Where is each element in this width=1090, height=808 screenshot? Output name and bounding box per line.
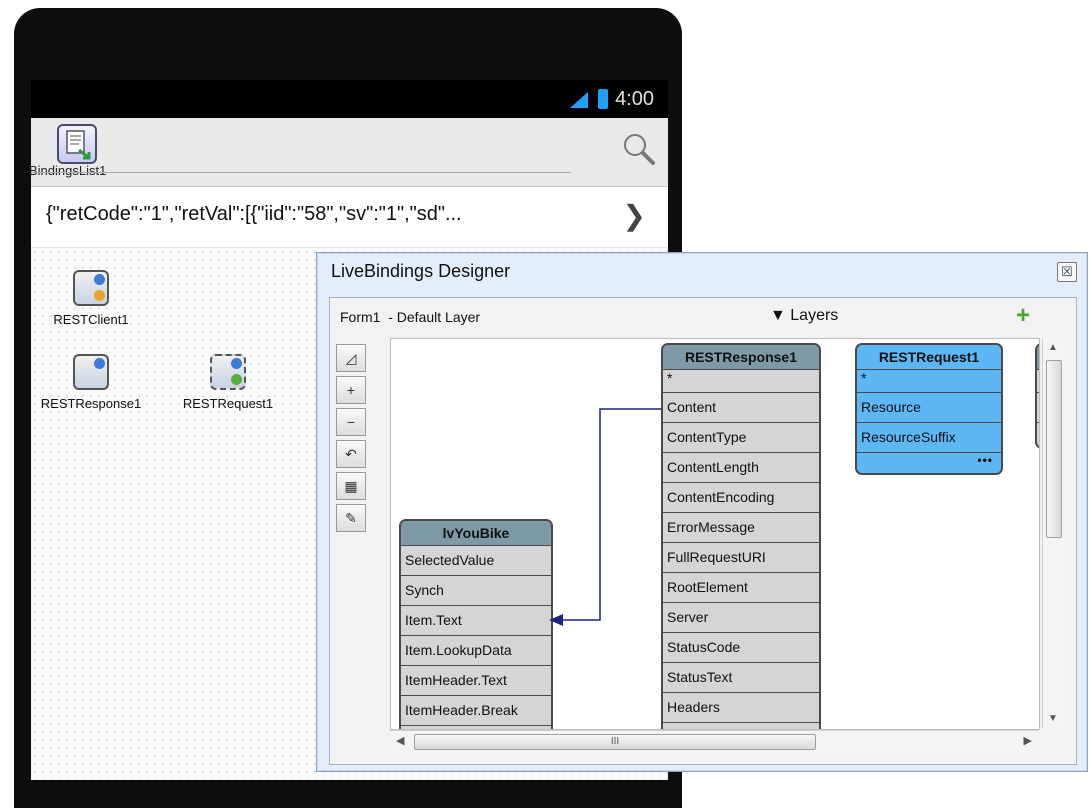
wizard-icon[interactable]: ✎ [336, 504, 366, 532]
scroll-thumb[interactable] [1046, 360, 1062, 538]
layer-label: Form1 - Default Layer [340, 309, 481, 325]
binding-canvas[interactable]: lvYouBike SelectedValue Synch Item.Text … [390, 338, 1040, 730]
battery-icon [598, 89, 608, 109]
document-arrow-icon [66, 130, 91, 160]
livebindings-designer-window: LiveBindings Designer ☒ Form1 - Default … [316, 252, 1088, 772]
toolbar: BindingsList1 [31, 118, 668, 187]
designer-panel: Form1 - Default Layer ▼ Layers + ◿ + − ↶… [329, 297, 1077, 765]
toolbar-divider [31, 172, 571, 173]
scroll-thumb[interactable]: III [414, 734, 816, 750]
chevron-right-icon: ❯ [622, 200, 646, 231]
arrow-head-icon [549, 614, 563, 626]
window-title: LiveBindings Designer [331, 261, 511, 281]
designer-toolbar: ◿ + − ↶ ▦ ✎ [334, 340, 386, 532]
layer-bar: Form1 - Default Layer ▼ Layers + [330, 298, 1076, 334]
scroll-right-icon[interactable]: ▶ [1024, 734, 1032, 747]
rest-response-icon [73, 354, 109, 390]
bindings-list-icon[interactable] [57, 124, 97, 164]
close-icon[interactable]: ☒ [1057, 262, 1077, 282]
search-icon[interactable] [622, 132, 656, 166]
rest-response-component[interactable]: RESTResponse1 [31, 354, 151, 411]
rest-client-label: RESTClient1 [53, 312, 129, 327]
binding-link[interactable] [391, 339, 1039, 729]
rest-request-label: RESTRequest1 [182, 396, 274, 411]
zoom-out-icon[interactable]: − [336, 408, 366, 436]
rest-client-icon [73, 270, 109, 306]
rest-response-label: RESTResponse1 [40, 396, 142, 411]
rest-client-component[interactable]: RESTClient1 [31, 270, 151, 327]
rest-request-component[interactable]: RESTRequest1 [168, 354, 288, 411]
layers-dropdown[interactable]: ▼ Layers [770, 307, 838, 325]
grid-toggle-icon[interactable]: ◿ [336, 344, 366, 372]
scroll-left-icon[interactable]: ◀ [396, 734, 404, 747]
zoom-in-icon[interactable]: + [336, 376, 366, 404]
vertical-scrollbar[interactable]: ▲ ▼ [1042, 338, 1065, 728]
scroll-up-icon[interactable]: ▲ [1048, 342, 1058, 353]
arrange-icon[interactable]: ▦ [336, 472, 366, 500]
rest-request-icon [210, 354, 246, 390]
status-time: 4:00 [615, 88, 654, 110]
undo-icon[interactable]: ↶ [336, 440, 366, 468]
horizontal-scrollbar[interactable]: ◀ III ▶ [390, 730, 1038, 753]
signal-icon [570, 92, 588, 108]
scroll-down-icon[interactable]: ▼ [1048, 713, 1058, 724]
bindings-list-label: BindingsList1 [31, 163, 107, 178]
list-item-text: {"retCode":"1","retVal":[{"iid":"58","sv… [46, 203, 462, 225]
status-bar: 4:00 [31, 80, 668, 118]
add-layer-icon[interactable]: + [1016, 302, 1030, 330]
list-item[interactable]: {"retCode":"1","retVal":[{"iid":"58","sv… [31, 187, 668, 248]
